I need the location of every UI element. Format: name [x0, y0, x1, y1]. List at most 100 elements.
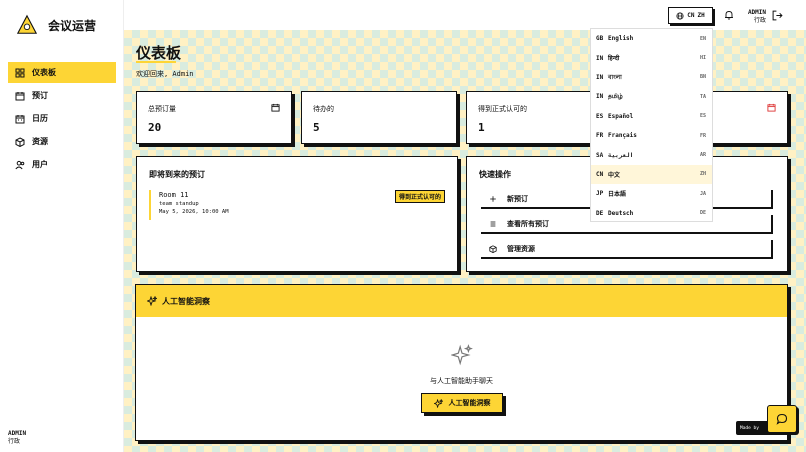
- language-code: HI: [699, 55, 706, 62]
- app-title: 会议运营: [48, 18, 97, 33]
- box-icon: [15, 136, 25, 147]
- language-option-ja[interactable]: JP 日本語 JA: [591, 184, 712, 203]
- language-option-zh[interactable]: CN 中文 ZH: [591, 164, 712, 185]
- sidebar-item-dashboard[interactable]: 仪表板: [8, 62, 116, 83]
- sidebar-nav: 仪表板 预订 日历 资源 用户: [8, 62, 116, 177]
- logo-icon: [16, 14, 38, 34]
- country-code: CN: [596, 170, 604, 178]
- dashboard-icon: [15, 68, 25, 78]
- made-by-text: Made by: [740, 425, 759, 431]
- sidebar-user-role: 行政: [8, 438, 21, 445]
- list-icon: [490, 221, 496, 226]
- sidebar-user-name: ADMIN: [8, 430, 27, 437]
- users-icon: [15, 160, 25, 169]
- language-dropdown: GB English EN IN हिन्दी HI IN বাংলা BN IN தமிழ்…: [590, 28, 713, 222]
- language-name: Deutsch: [608, 209, 634, 217]
- ai-prompt-text: 与人工智能助手聊天: [430, 377, 493, 385]
- language-option-en[interactable]: GB English EN: [591, 29, 712, 48]
- upcoming-bookings-card: 即将到来的预订 Room 11 team standup May 5, 2026…: [136, 156, 458, 272]
- language-name: বাংলা: [608, 73, 622, 81]
- language-code: FR: [699, 132, 706, 139]
- booking-date: May 5, 2026, 10:00 AM: [159, 209, 229, 215]
- stat-value: 20: [148, 121, 162, 134]
- language-option-hi[interactable]: IN हिन्दी HI: [591, 48, 712, 67]
- sidebar-item-label: 资源: [32, 137, 48, 146]
- language-option-bn[interactable]: IN বাংলা BN: [591, 68, 712, 87]
- country-code: GB: [596, 35, 604, 43]
- language-code: EN: [699, 35, 706, 42]
- sidebar-item-label: 仪表板: [32, 68, 56, 77]
- plus-icon: [490, 195, 496, 202]
- sidebar-item-users[interactable]: 用户: [8, 154, 116, 175]
- country-code: IN: [596, 93, 604, 101]
- language-option-fr[interactable]: FR Français FR: [591, 126, 712, 145]
- country-code: DE: [596, 209, 604, 217]
- stat-card-total: 总预订量 20: [136, 91, 292, 144]
- stat-label: 得到正式认可的: [478, 105, 527, 113]
- country-code: FR: [596, 132, 604, 140]
- page-title: 仪表板: [136, 44, 182, 62]
- language-option-es[interactable]: ES Español ES: [591, 107, 712, 126]
- language-flag: CN: [687, 12, 695, 19]
- language-name: हिन्दी: [608, 55, 620, 63]
- stat-card-pending: 待办的 5: [301, 91, 457, 144]
- country-code: JP: [596, 190, 604, 198]
- sidebar: 会议运营 仪表板 预订 日历 资源 用户 ADMIN 行政: [0, 0, 124, 452]
- stat-label: 待办的: [313, 105, 334, 113]
- language-option-ta[interactable]: IN தமிழ் TA: [591, 87, 712, 106]
- language-option-de[interactable]: DE Deutsch DE: [591, 204, 712, 223]
- country-code: IN: [596, 73, 604, 81]
- ai-insights-title: 人工智能洞察: [162, 296, 210, 306]
- calendar-check-icon: [15, 91, 25, 100]
- box-icon: [489, 244, 497, 253]
- topbar: CN ZH ADMIN 行政: [124, 0, 806, 30]
- sidebar-item-resources[interactable]: 资源: [8, 131, 116, 152]
- language-name: 中文: [608, 171, 621, 179]
- stat-value: 5: [313, 121, 320, 134]
- ai-insights-button[interactable]: 人工智能洞察: [421, 393, 503, 413]
- topbar-user-name: ADMIN: [747, 9, 766, 16]
- language-code: ES: [699, 113, 706, 120]
- bell-icon[interactable]: [724, 10, 734, 20]
- language-code: TA: [699, 93, 706, 100]
- language-option-ar[interactable]: SA العربية AR: [591, 145, 712, 164]
- sparkles-icon: [451, 344, 473, 366]
- action-label: 查看所有预订: [507, 219, 549, 228]
- language-name: 日本語: [608, 191, 627, 199]
- sidebar-item-calendar[interactable]: 日历: [8, 108, 116, 129]
- chat-icon: [776, 413, 788, 425]
- language-code: DE: [699, 210, 706, 217]
- language-button[interactable]: CN ZH: [668, 7, 713, 24]
- logout-icon[interactable]: [772, 10, 783, 21]
- globe-icon: [676, 11, 684, 20]
- card-title: 快速操作: [479, 170, 511, 179]
- topbar-user[interactable]: ADMIN 行政: [744, 9, 766, 25]
- language-code: JA: [699, 190, 706, 197]
- language-name: தமிழ்: [608, 92, 623, 100]
- title-underline: [136, 61, 176, 63]
- topbar-user-role: 行政: [753, 17, 766, 24]
- stat-value: 1: [478, 121, 485, 134]
- sidebar-item-bookings[interactable]: 预订: [8, 85, 116, 106]
- ai-insights-card: 人工智能洞察 与人工智能助手聊天 人工智能洞察: [135, 284, 788, 441]
- manage-resources-button[interactable]: 管理资源: [481, 240, 773, 259]
- sidebar-item-label: 用户: [32, 160, 48, 169]
- ai-button-label: 人工智能洞察: [448, 399, 491, 407]
- language-name: Español: [608, 112, 634, 120]
- sidebar-item-label: 日历: [32, 114, 48, 123]
- sparkles-icon: [433, 398, 443, 408]
- sidebar-item-label: 预订: [32, 91, 48, 100]
- sidebar-user: ADMIN 行政: [8, 430, 26, 446]
- card-title: 即将到来的预订: [149, 170, 205, 179]
- calendar-icon: [271, 103, 280, 112]
- calendar-alert-icon: [767, 103, 776, 112]
- language-name: English: [608, 35, 634, 43]
- language-name: Français: [608, 132, 637, 140]
- calendar-icon: [15, 114, 25, 123]
- language-code: AR: [699, 152, 706, 159]
- app-logo[interactable]: 会议运营: [16, 14, 96, 36]
- booking-item[interactable]: Room 11 team standup May 5, 2026, 10:00 …: [149, 190, 445, 220]
- chat-button[interactable]: [767, 405, 797, 433]
- welcome-text: 欢迎回来, Admin: [136, 70, 194, 78]
- language-name: العربية: [608, 151, 634, 159]
